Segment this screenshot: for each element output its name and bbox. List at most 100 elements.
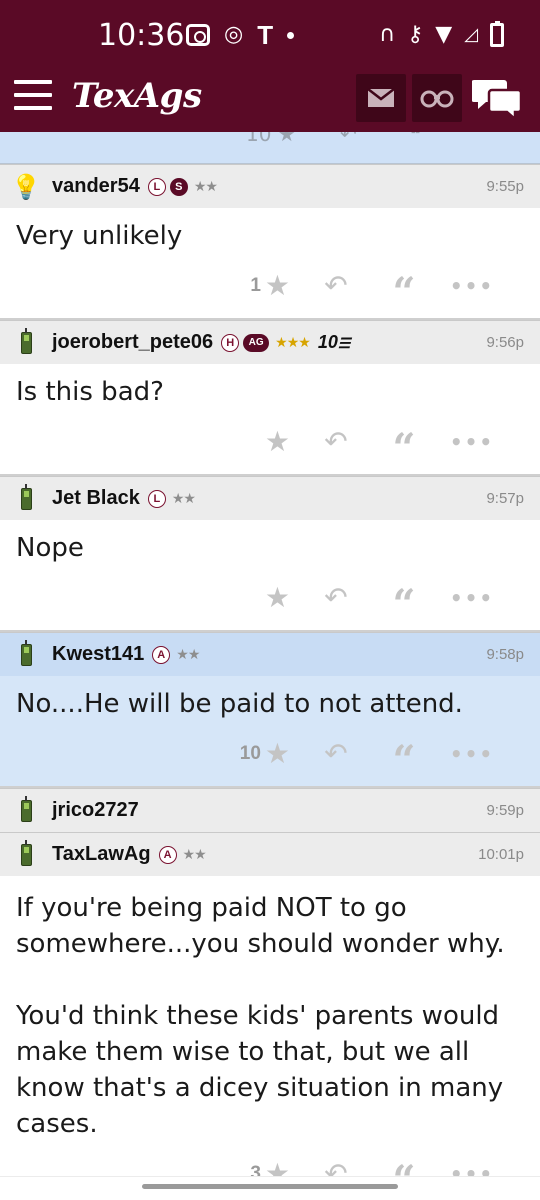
username[interactable]: TaxLawAg [52, 843, 151, 866]
reply-button[interactable]: ↶ [302, 272, 370, 300]
username[interactable]: Jet Black [52, 487, 140, 510]
more-icon: ••• [449, 274, 495, 298]
post: Kwest141 A ★★ 9:58p No....He will be pai… [0, 632, 540, 788]
battery-icon [490, 21, 504, 47]
rank-stars: ★★ [171, 490, 196, 507]
messages-button[interactable] [356, 74, 406, 122]
star-icon: ★ [264, 269, 290, 302]
post-actions: ★ ↶ “ ••• [16, 410, 524, 474]
watch-button[interactable] [412, 74, 462, 122]
rank-stars: ★★ [176, 646, 200, 663]
headphones-icon: ∩ [379, 22, 396, 47]
post-text: Is this bad? [16, 377, 164, 407]
more-button[interactable]: ••• [438, 430, 506, 454]
ten-badge: 10☰ [317, 332, 351, 352]
more-icon: ••• [449, 430, 495, 454]
quote-button[interactable]: “ [370, 1157, 438, 1179]
chrome-icon: ◎ [224, 22, 244, 47]
post: 💡 vander54 L S ★★ 9:55p Very unlikely 1 … [0, 164, 540, 320]
post-header: 💡 vander54 L S ★★ 9:55p [0, 164, 540, 208]
post-actions: 10 ★ ↶ “ ••• [16, 722, 524, 786]
post-actions: 1 ★ ↶ “ ••• [16, 254, 524, 318]
post-body: No....He will be paid to not attend. 10 … [0, 676, 540, 786]
phone-icon [12, 839, 40, 869]
lightbulb-icon: 💡 [11, 172, 41, 201]
post: Jet Black L ★★ 9:57p Nope ★ ↶ “ ••• [0, 476, 540, 632]
post-time: 10:01p [478, 846, 524, 863]
like-button[interactable]: ★ [206, 584, 302, 612]
like-button[interactable]: 1 ★ [206, 272, 302, 300]
username[interactable]: jrico2727 [52, 799, 139, 822]
post-header: joerobert_pete06 H AG ★★★ 10☰ 9:56p [0, 320, 540, 364]
reply-button[interactable]: ↶ [302, 428, 370, 456]
rank-stars: ★★★ [275, 334, 311, 351]
post-body: Very unlikely 1 ★ ↶ “ ••• [0, 208, 540, 318]
site-logo[interactable]: TexAgs [72, 76, 202, 116]
quote-icon: “ [392, 425, 416, 472]
post-actions: 3 ★ ↶ “ ••• [16, 1142, 524, 1179]
menu-button[interactable] [14, 80, 52, 110]
post-text: No....He will be paid to not attend. [16, 689, 463, 719]
signal-icon: ◿ [464, 24, 478, 45]
previous-reply-icon: ↶ [340, 132, 357, 146]
more-button[interactable]: ••• [438, 586, 506, 610]
post-header: Kwest141 A ★★ 9:58p [0, 632, 540, 676]
rank-stars: ★★ [193, 178, 218, 195]
reply-icon: ↶ [324, 269, 348, 302]
previous-post-tail: 10 ★ ↶ ❝ [0, 132, 540, 164]
gesture-handle[interactable] [142, 1184, 398, 1189]
post-time: 9:59p [486, 802, 524, 819]
ten-badge-text: 10 [317, 332, 338, 352]
post-header: TaxLawAg A ★★ 10:01p [0, 832, 540, 876]
previous-like-count: 10 ★ [246, 132, 296, 146]
post-text: Nope [16, 533, 84, 563]
star-icon: ★ [264, 737, 290, 770]
chat-bubbles-icon [471, 80, 523, 122]
like-count: 10 [239, 743, 261, 764]
star-icon: ★ [264, 581, 290, 614]
status-icons-right: ∩ ⚷ ▼ ◿ [379, 21, 504, 48]
post-time: 9:56p [486, 334, 524, 351]
quote-button[interactable]: “ [370, 425, 438, 472]
quote-button[interactable]: “ [370, 737, 438, 781]
username[interactable]: vander54 [52, 175, 140, 198]
phone-icon [12, 327, 40, 357]
like-button[interactable]: 10 ★ [206, 740, 302, 768]
like-button[interactable]: ★ [206, 428, 302, 456]
more-button[interactable]: ••• [438, 742, 506, 766]
reply-button[interactable]: ↶ [302, 740, 370, 768]
reply-button[interactable]: ↶ [302, 584, 370, 612]
wifi-icon: ▼ [435, 22, 453, 47]
post-text: If you're being paid NOT to go somewhere… [16, 893, 505, 1139]
badge-l: L [147, 489, 166, 508]
badge-s: S [169, 177, 188, 196]
post-body: If you're being paid NOT to go somewhere… [0, 876, 540, 1178]
carrier-icon: T [257, 20, 274, 50]
previous-quote-icon: ❝ [410, 132, 421, 146]
badge-a: A [158, 845, 177, 864]
reply-icon: ↶ [324, 425, 348, 458]
username[interactable]: joerobert_pete06 [52, 331, 213, 354]
quote-button[interactable]: “ [370, 269, 438, 316]
post-collapsed[interactable]: jrico2727 9:59p [0, 788, 540, 832]
screen-record-icon [186, 24, 210, 46]
badge-h: H [221, 333, 240, 352]
quote-button[interactable]: “ [370, 581, 438, 625]
post-header: Jet Black L ★★ 9:57p [0, 476, 540, 520]
chat-button[interactable] [471, 76, 524, 122]
thread-feed[interactable]: 10 ★ ↶ ❝ 💡 vander54 L S ★★ 9:55p Very un… [0, 132, 540, 1178]
key-icon: ⚷ [407, 22, 424, 47]
app-header: 10:36 ◎ T ∩ ⚷ ▼ ◿ TexAgs [0, 0, 540, 132]
more-button[interactable]: ••• [438, 274, 506, 298]
post-actions: ★ ↶ “ ••• [16, 566, 524, 630]
mail-icon [367, 88, 395, 107]
more-icon: ••• [449, 742, 495, 766]
username[interactable]: Kwest141 [52, 643, 144, 666]
post: joerobert_pete06 H AG ★★★ 10☰ 9:56p Is t… [0, 320, 540, 476]
quote-icon: “ [392, 269, 416, 316]
post-time: 9:58p [486, 646, 524, 663]
quote-icon: “ [392, 1157, 415, 1179]
phone-icon [12, 639, 40, 669]
star-icon: ★ [264, 425, 290, 458]
like-count: 1 [250, 275, 261, 296]
